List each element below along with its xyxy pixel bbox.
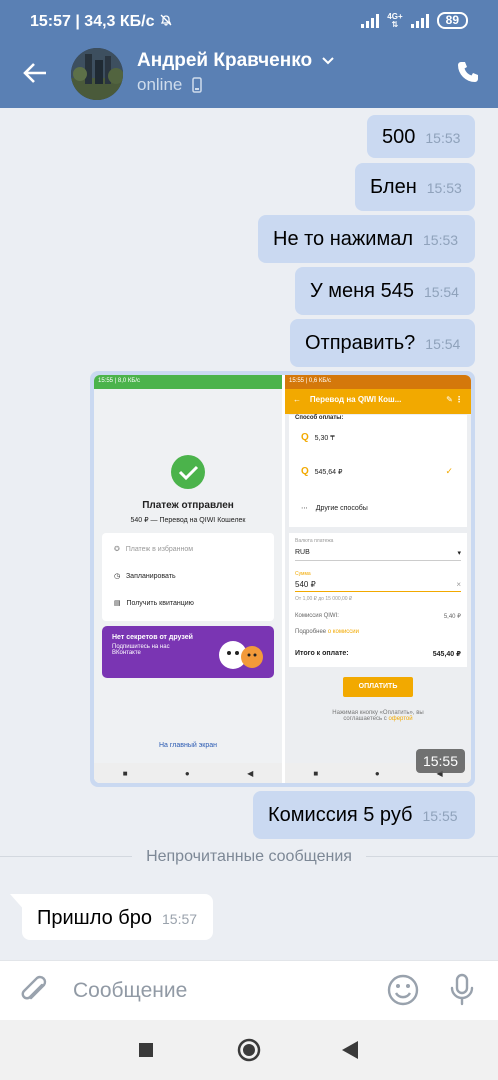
message-composer: Сообщение [0, 960, 498, 1020]
payment-actions: ✪ Платеж в избранном ◷ Запланировать ▤ П… [102, 533, 274, 621]
lte-indicator: 4G+ ⇅ [387, 11, 403, 29]
status-bar: 15:57 | 34,3 КБ/с 4G+ ⇅ 89 [0, 0, 498, 44]
mute-icon [160, 14, 172, 26]
message-bubble[interactable]: У меня 545 15:54 [295, 267, 475, 315]
message-bubble[interactable]: 500 15:53 [367, 115, 475, 158]
payment-form-card: Валюта платежа RUB ▾ Сумма 540 ₽ × От 1,00… [289, 533, 467, 667]
message-time: 15:54 [423, 284, 459, 300]
screenshot-payment-sent: 15:55 | 8,0 КБ/с Платеж отправлен 540 ₽ … [94, 375, 282, 783]
phone-call-icon[interactable] [456, 60, 480, 84]
network-speed: 34,3 КБ/с [84, 13, 155, 30]
payment-subtitle: 540 ₽ — Перевод на QIWI Кошелек [130, 517, 246, 524]
microphone-icon[interactable] [448, 973, 476, 1007]
screenshot-qiwi-transfer: 15:55 | 0,6 КБ/с ← Перевод на QIWI Кош..… [285, 375, 471, 783]
message-bubble-incoming[interactable]: Пришло бро 15:57 [22, 894, 213, 940]
dog-cat-illustration [219, 641, 263, 669]
signal-icon-2 [410, 13, 429, 28]
recents-button-icon[interactable] [139, 1043, 153, 1057]
home-link: На главный экран [158, 742, 218, 749]
status-time: 15:57 [30, 13, 71, 30]
home-button-icon[interactable] [237, 1038, 261, 1062]
message-time: 15:53 [425, 130, 461, 146]
contact-status: online [137, 75, 183, 94]
message-time: 15:53 [426, 180, 462, 196]
message-bubble[interactable]: Блен 15:53 [355, 163, 475, 211]
back-button-icon[interactable] [342, 1041, 358, 1059]
message-time: 15:54 [425, 336, 461, 352]
payment-title: Платеж отправлен [142, 500, 234, 511]
unread-divider: Непрочитанные сообщения [132, 848, 366, 865]
photo-message[interactable]: 15:55 | 8,0 КБ/с Платеж отправлен 540 ₽ … [90, 371, 475, 787]
photo-time: 15:55 [415, 749, 465, 773]
message-bubble[interactable]: Отправить? 15:54 [290, 319, 475, 367]
paperclip-icon[interactable] [20, 975, 50, 1007]
receipt-row: ▤ Получить квитанцию [114, 600, 194, 607]
contact-name[interactable]: Андрей Кравченко [137, 50, 312, 72]
battery-icon: 89 [436, 12, 468, 29]
signal-icon [361, 13, 380, 28]
schedule-row: ◷ Запланировать [114, 573, 176, 580]
chat-header: Андрей Кравченко online [0, 44, 498, 108]
message-list[interactable]: 500 15:53 Блен 15:53 Не то нажимал 15:53 У … [0, 108, 498, 960]
message-input[interactable]: Сообщение [73, 979, 187, 1003]
avatar[interactable] [71, 48, 123, 100]
back-arrow-icon[interactable] [22, 60, 48, 86]
message-time: 15:55 [422, 808, 458, 824]
mobile-device-icon [192, 77, 203, 93]
favorite-row: ✪ Платеж в избранном [114, 546, 194, 553]
photo-image[interactable]: 15:55 | 8,0 КБ/с Платеж отправлен 540 ₽ … [94, 375, 471, 783]
system-nav-bar [0, 1020, 498, 1080]
check-circle-icon [171, 455, 205, 489]
message-time: 15:53 [423, 232, 459, 248]
emoji-icon[interactable] [386, 973, 420, 1007]
message-time: 15:57 [162, 911, 198, 927]
pay-button: ОПЛАТИТЬ [343, 677, 413, 697]
message-bubble[interactable]: Не то нажимал 15:53 [258, 215, 475, 263]
payment-method-card: Способ оплаты: Q 5,30 ₸ Q 545,64 ₽ ✓ ⋯ Д… [289, 415, 467, 527]
message-bubble[interactable]: Комиссия 5 руб 15:55 [253, 791, 475, 839]
promo-banner: Нет секретов от друзей Подпишитесь на на… [102, 626, 274, 678]
chevron-down-icon[interactable] [322, 57, 334, 65]
